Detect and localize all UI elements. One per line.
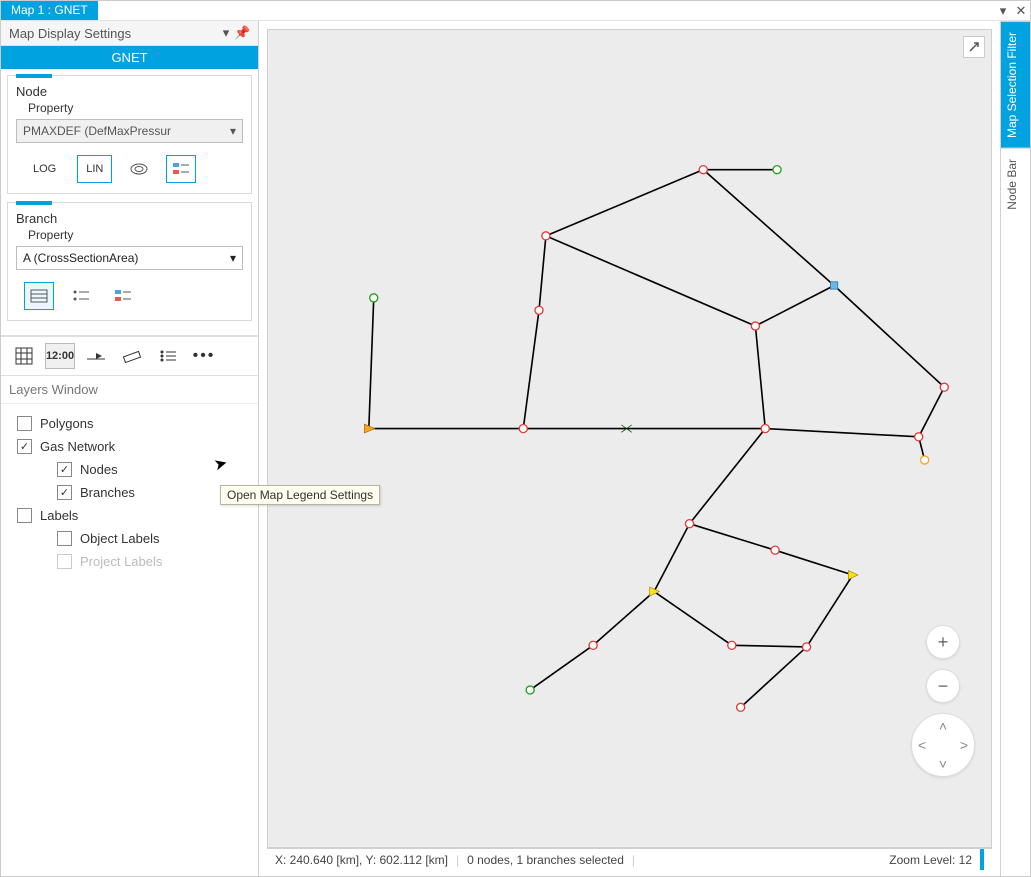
close-icon[interactable]: ✕ [1012, 2, 1030, 20]
dropdown-icon[interactable]: ▾ [218, 25, 234, 41]
grid-icon[interactable] [9, 343, 39, 369]
branch-style-2-icon[interactable] [66, 282, 96, 310]
status-zoom: Zoom Level: 12 [889, 853, 972, 867]
time-button[interactable]: 12:00 [45, 343, 75, 369]
network-graph [268, 30, 991, 847]
branch-section: Branch Property A (CrossSectionArea) ▾ [7, 202, 252, 321]
layer-row[interactable]: Labels [9, 504, 250, 527]
list-icon[interactable] [153, 343, 183, 369]
layer-label: Nodes [80, 462, 118, 477]
display-settings-header: Map Display Settings ▾ 📌 [1, 21, 258, 46]
display-settings-title: Map Display Settings [9, 26, 218, 41]
layer-row[interactable]: Project Labels [9, 550, 250, 573]
checkbox[interactable]: ✓ [57, 485, 72, 500]
layer-row[interactable]: ✓ Gas Network [9, 435, 250, 458]
zoom-out-button[interactable]: − [926, 669, 960, 703]
status-selection: 0 nodes, 1 branches selected [467, 853, 624, 867]
layer-label: Gas Network [40, 439, 115, 454]
lin-scale-button[interactable]: LIN [77, 155, 112, 183]
status-coords: X: 240.640 [km], Y: 602.112 [km] [275, 853, 448, 867]
legend-toggle-icon[interactable] [166, 155, 196, 183]
ruler-icon[interactable] [117, 343, 147, 369]
chevron-down-icon: ▾ [230, 124, 236, 138]
layer-row[interactable]: ✓ Branches [9, 481, 250, 504]
layer-label: Branches [80, 485, 135, 500]
chevron-down-icon: ▾ [230, 251, 236, 265]
pan-control[interactable]: ˄ ˅ ˂ ˃ [911, 713, 975, 777]
title-bar: Map 1 : GNET ▾ ✕ [1, 1, 1030, 21]
branch-property-label: Property [28, 228, 243, 242]
branch-style-3-icon[interactable] [108, 282, 138, 310]
checkbox[interactable] [17, 508, 32, 523]
map-toolbar: 12:00 ••• [1, 336, 258, 376]
tab-map-selection-filter[interactable]: Map Selection Filter [1001, 21, 1030, 148]
branch-property-value: A (CrossSectionArea) [23, 251, 138, 265]
restore-view-icon[interactable] [963, 36, 985, 58]
node-property-label: Property [28, 101, 243, 115]
layer-row[interactable]: ✓ Nodes [9, 458, 250, 481]
more-options-icon[interactable]: ••• [189, 343, 219, 369]
layer-label: Labels [40, 508, 78, 523]
layer-label: Polygons [40, 416, 93, 431]
flow-direction-icon[interactable] [81, 343, 111, 369]
branch-property-select[interactable]: A (CrossSectionArea) ▾ [16, 246, 243, 270]
node-section-title: Node [16, 84, 243, 99]
contour-icon[interactable] [124, 155, 154, 183]
node-section: Node Property PMAXDEF (DefMaxPressur ▾ L… [7, 75, 252, 194]
zoom-in-button[interactable]: + [926, 625, 960, 659]
checkbox[interactable]: ✓ [57, 462, 72, 477]
checkbox[interactable] [57, 531, 72, 546]
layer-label: Object Labels [80, 531, 160, 546]
node-property-value: PMAXDEF (DefMaxPressur [23, 124, 171, 138]
dropdown-icon[interactable]: ▾ [994, 2, 1012, 20]
tab-node-bar[interactable]: Node Bar [1001, 148, 1030, 220]
branch-section-title: Branch [16, 211, 243, 226]
checkbox[interactable]: ✓ [17, 439, 32, 454]
network-name-bar[interactable]: GNET [1, 46, 258, 69]
layers-window: Polygons ✓ Gas Network ✓ Nodes ✓ BranchesLabel… [1, 404, 258, 581]
checkbox[interactable] [17, 416, 32, 431]
window-title: Map 1 : GNET [1, 1, 98, 20]
pan-left-icon[interactable]: ˂ [918, 737, 926, 753]
map-canvas[interactable]: + − ˄ ˅ ˂ ˃ [267, 29, 992, 848]
layer-label: Project Labels [80, 554, 162, 569]
branch-style-1-icon[interactable] [24, 282, 54, 310]
checkbox [57, 554, 72, 569]
pin-icon[interactable]: 📌 [234, 25, 250, 41]
layer-row[interactable]: Object Labels [9, 527, 250, 550]
log-scale-button[interactable]: LOG [24, 155, 65, 183]
pan-right-icon[interactable]: ˃ [960, 737, 968, 753]
node-property-select[interactable]: PMAXDEF (DefMaxPressur ▾ [16, 119, 243, 143]
status-bar: X: 240.640 [km], Y: 602.112 [km] | 0 nod… [267, 848, 992, 870]
layer-row[interactable]: Polygons [9, 412, 250, 435]
pan-up-icon[interactable]: ˄ [939, 718, 947, 734]
pan-down-icon[interactable]: ˅ [939, 756, 947, 772]
layers-window-header: Layers Window [1, 376, 258, 404]
